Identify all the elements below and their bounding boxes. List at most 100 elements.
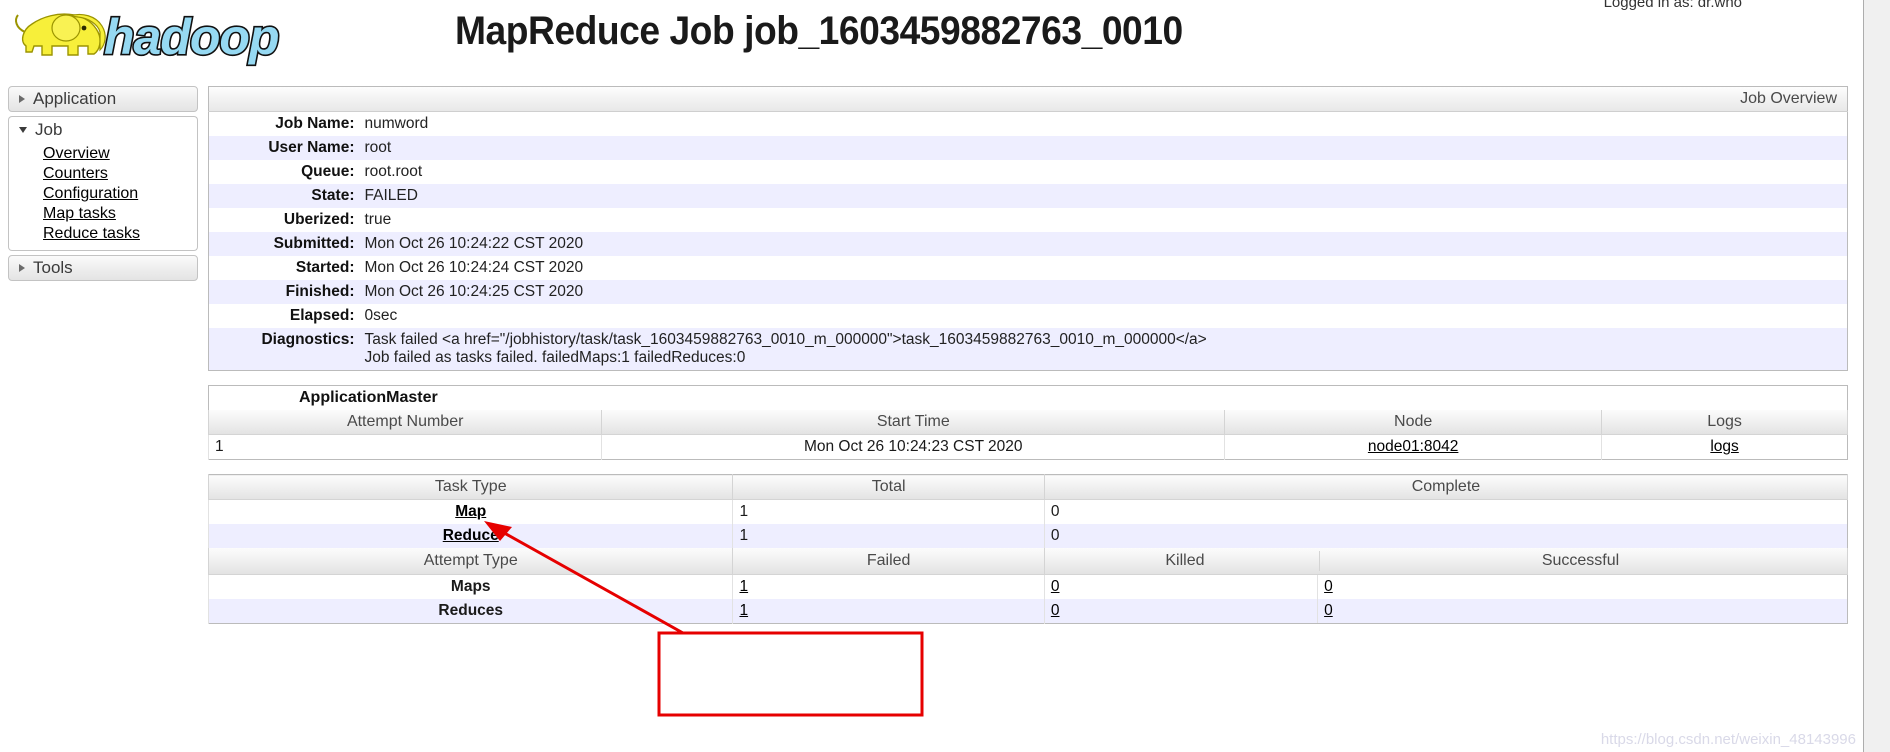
task-summary-table: Task Type Total Complete Map 1 0 Reduce … — [207, 474, 1849, 624]
maps-killed-cell: 0 — [1045, 575, 1318, 599]
job-name-key: Job Name: — [275, 115, 355, 132]
attempt-type-maps-cell: Maps — [207, 574, 733, 599]
application-master-title: ApplicationMaster — [208, 385, 1848, 410]
main-content: Job Overview Job Name: numword User Name… — [207, 86, 1849, 638]
state-key: State: — [311, 187, 355, 204]
reduces-killed-cell: 0 — [1045, 599, 1318, 623]
table-row: Submitted: Mon Oct 26 10:24:22 CST 2020 — [208, 232, 1848, 256]
reduce-task-link[interactable]: Reduce — [443, 527, 499, 544]
top-header: hadoop MapReduce Job job_1603459882763_0… — [0, 0, 1862, 72]
diagnostics-row: Diagnostics: Task failed <a href="/jobhi… — [208, 328, 1848, 371]
table-row: Finished: Mon Oct 26 10:24:25 CST 2020 — [208, 280, 1848, 304]
hadoop-logo-icon: hadoop — [15, 7, 281, 67]
sidebar-item-label-application: Application — [33, 89, 117, 108]
reduces-killed-successful-cell: 0 0 — [1043, 599, 1848, 624]
table-row: Reduce 1 0 — [207, 524, 1848, 548]
reduces-failed-link[interactable]: 1 — [739, 602, 748, 619]
hadoop-logo[interactable]: hadoop — [8, 2, 328, 70]
column-header-attempt-number[interactable]: Attempt Number — [207, 410, 603, 435]
reduces-failed-cell: 1 — [732, 599, 1045, 624]
sidebar-item-overview[interactable]: Overview — [9, 144, 197, 164]
body-wrapper: Application Job Overview Counters Config… — [0, 72, 1862, 752]
queue-value: root.root — [364, 163, 423, 180]
table-row: Map 1 0 — [207, 499, 1848, 524]
node-cell: node01:8042 — [1224, 434, 1602, 460]
maps-failed-link[interactable]: 1 — [739, 578, 748, 595]
sidebar-sublist-job: Overview Counters Configuration Map task… — [8, 142, 198, 251]
task-type-map-cell: Map — [207, 499, 733, 524]
task-summary-header-row: Task Type Total Complete — [207, 474, 1849, 500]
sidebar-item-label-tools: Tools — [33, 258, 73, 277]
logs-link[interactable]: logs — [1710, 438, 1738, 455]
submitted-key: Submitted: — [273, 235, 355, 252]
elapsed-value: 0sec — [364, 307, 398, 324]
sidebar-nav: Application Job Overview Counters Config… — [8, 86, 198, 285]
table-row: State: FAILED — [208, 184, 1848, 208]
page-title: MapReduce Job job_1603459882763_0010 — [455, 9, 1183, 53]
attempt-number-cell: 1 — [207, 434, 602, 460]
maps-successful-cell: 0 — [1317, 575, 1847, 599]
svg-text:hadoop: hadoop — [104, 9, 279, 65]
diagnostics-line-2: Job failed as tasks failed. failedMaps:1… — [364, 349, 746, 366]
maps-killed-link[interactable]: 0 — [1051, 578, 1060, 595]
sidebar-item-tools[interactable]: Tools — [8, 255, 198, 281]
column-header-task-type[interactable]: Task Type — [207, 474, 734, 500]
table-row: Reduces 1 0 0 — [207, 599, 1848, 624]
submitted-value: Mon Oct 26 10:24:22 CST 2020 — [364, 235, 584, 252]
column-header-successful[interactable]: Successful — [1319, 551, 1841, 571]
diagnostics-key: Diagnostics: — [261, 331, 355, 348]
user-name-value: root — [364, 139, 392, 156]
start-time-cell: Mon Oct 26 10:24:23 CST 2020 — [601, 434, 1225, 460]
sidebar-item-reduce-tasks[interactable]: Reduce tasks — [9, 224, 197, 244]
queue-key: Queue: — [301, 163, 355, 180]
table-row: Maps 1 0 0 — [207, 574, 1848, 599]
column-header-start-time[interactable]: Start Time — [601, 410, 1226, 435]
sidebar-item-application[interactable]: Application — [8, 86, 198, 112]
attempt-type-reduces-cell: Reduces — [207, 599, 733, 624]
column-header-attempt-type[interactable]: Attempt Type — [207, 548, 734, 575]
logs-cell: logs — [1601, 434, 1848, 460]
table-row: User Name: root — [208, 136, 1848, 160]
application-master-header-row: Attempt Number Start Time Node Logs — [207, 410, 1848, 435]
reduces-killed-link[interactable]: 0 — [1051, 602, 1060, 619]
column-header-failed[interactable]: Failed — [732, 548, 1045, 575]
maps-successful-link[interactable]: 0 — [1324, 578, 1333, 595]
state-value: FAILED — [364, 187, 418, 204]
chevron-right-icon — [19, 264, 25, 272]
diagnostics-line-1: Task failed <a href="/jobhistory/task/ta… — [364, 331, 1207, 348]
node-link[interactable]: node01:8042 — [1368, 438, 1459, 455]
column-header-complete[interactable]: Complete — [1043, 474, 1849, 500]
chevron-right-icon — [19, 95, 25, 103]
application-master-title-row: ApplicationMaster — [208, 385, 1848, 410]
column-header-total[interactable]: Total — [732, 474, 1045, 500]
reduces-successful-link[interactable]: 0 — [1324, 602, 1333, 619]
table-row: Started: Mon Oct 26 10:24:24 CST 2020 — [208, 256, 1848, 280]
started-key: Started: — [295, 259, 355, 276]
table-row: Elapsed: 0sec — [208, 304, 1848, 328]
column-header-logs[interactable]: Logs — [1601, 410, 1848, 435]
sidebar-item-map-tasks[interactable]: Map tasks — [9, 204, 197, 224]
uberized-value: true — [364, 211, 392, 228]
uberized-key: Uberized: — [283, 211, 355, 228]
job-name-value: numword — [364, 115, 429, 132]
sidebar-item-job[interactable]: Job — [8, 116, 198, 142]
sidebar-section-tools: Tools — [8, 255, 198, 281]
column-header-node[interactable]: Node — [1224, 410, 1603, 435]
diagnostics-value: Task failed <a href="/jobhistory/task/ta… — [361, 328, 1848, 371]
map-task-link[interactable]: Map — [455, 503, 486, 520]
attempt-summary-header-row: Attempt Type Failed Killed Successful — [207, 548, 1849, 575]
finished-value: Mon Oct 26 10:24:25 CST 2020 — [364, 283, 584, 300]
reduce-total-cell: 1 — [732, 524, 1045, 548]
map-total-cell: 1 — [732, 499, 1045, 524]
sidebar-item-configuration[interactable]: Configuration — [9, 184, 197, 204]
chevron-down-icon — [19, 126, 27, 133]
page-root: hadoop MapReduce Job job_1603459882763_0… — [0, 0, 1890, 752]
reduces-successful-cell: 0 — [1317, 599, 1847, 623]
task-type-reduce-cell: Reduce — [207, 524, 733, 548]
column-header-killed[interactable]: Killed — [1051, 551, 1320, 571]
page-scrollbar[interactable] — [1863, 0, 1890, 752]
sidebar-item-counters[interactable]: Counters — [9, 164, 197, 184]
table-row: 1 Mon Oct 26 10:24:23 CST 2020 node01:80… — [207, 434, 1848, 460]
started-value: Mon Oct 26 10:24:24 CST 2020 — [364, 259, 584, 276]
column-header-killed-successful: Killed Successful — [1043, 548, 1849, 575]
